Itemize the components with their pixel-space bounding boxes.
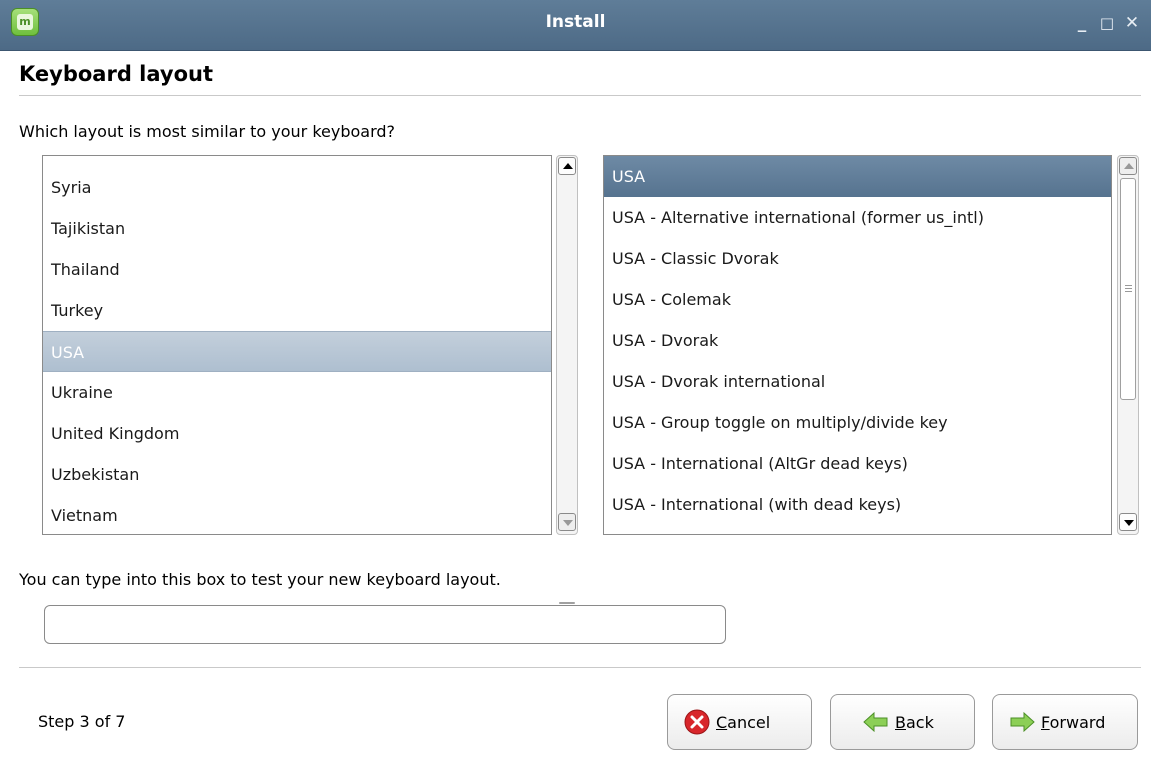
test-label: You can type into this box to test your …	[19, 570, 501, 589]
list-item[interactable]: USA - International (with dead keys)	[604, 484, 1111, 525]
minimize-button[interactable]: _	[1071, 12, 1093, 34]
maximize-button[interactable]: □	[1096, 12, 1118, 34]
cancel-button[interactable]: Cancel	[667, 694, 812, 750]
divider	[19, 95, 1141, 96]
scroll-down-button[interactable]	[558, 513, 576, 531]
back-button[interactable]: Back	[830, 694, 975, 750]
scroll-down-button[interactable]	[1119, 513, 1137, 531]
question-label: Which layout is most similar to your key…	[19, 122, 396, 141]
close-button[interactable]: ✕	[1121, 12, 1143, 34]
scroll-up-button[interactable]	[1119, 157, 1137, 175]
variant-list-scrollbar[interactable]	[1117, 155, 1139, 535]
country-list[interactable]: Syria Tajikistan Thailand Turkey USA Ukraine U…	[42, 155, 552, 535]
window-title: Install	[545, 12, 606, 32]
page-title: Keyboard layout	[19, 62, 213, 86]
keyboard-test-input[interactable]	[44, 605, 726, 644]
list-item[interactable]: Syria	[43, 167, 551, 208]
scrollbar-thumb[interactable]	[1120, 178, 1136, 400]
list-item[interactable]: Thailand	[43, 249, 551, 290]
cancel-icon	[684, 709, 710, 735]
variant-list[interactable]: USA USA - Alternative international (form…	[603, 155, 1112, 535]
title-bar[interactable]: m Install _ □ ✕	[0, 0, 1151, 51]
list-item[interactable]: USA - Dvorak international	[604, 361, 1111, 402]
list-item[interactable]: Vietnam	[43, 495, 551, 534]
list-item[interactable]: USA	[43, 331, 551, 372]
list-item[interactable]: Tajikistan	[43, 208, 551, 249]
list-item[interactable]: USA - Classic Dvorak	[604, 238, 1111, 279]
list-item[interactable]: Turkey	[43, 290, 551, 331]
list-item[interactable]: Uzbekistan	[43, 454, 551, 495]
list-item[interactable]: United Kingdom	[43, 413, 551, 454]
country-list-scrollbar[interactable]	[556, 155, 578, 604]
back-arrow-icon	[863, 712, 888, 732]
scrollbar-thumb[interactable]	[559, 602, 575, 604]
list-item[interactable]: USA - Colemak	[604, 279, 1111, 320]
forward-arrow-icon	[1010, 712, 1035, 732]
step-indicator: Step 3 of 7	[38, 712, 126, 731]
list-item[interactable]: USA - Group toggle on multiply/divide ke…	[604, 402, 1111, 443]
list-item[interactable]: Ukraine	[43, 372, 551, 413]
divider	[19, 667, 1141, 668]
scroll-up-button[interactable]	[558, 157, 576, 175]
list-item[interactable]: USA - International (AltGr dead keys)	[604, 443, 1111, 484]
list-item[interactable]: USA	[604, 156, 1111, 197]
forward-button[interactable]: Forward	[992, 694, 1138, 750]
list-item[interactable]: USA - Alternative international (former …	[604, 197, 1111, 238]
list-item[interactable]: USA - Dvorak	[604, 320, 1111, 361]
